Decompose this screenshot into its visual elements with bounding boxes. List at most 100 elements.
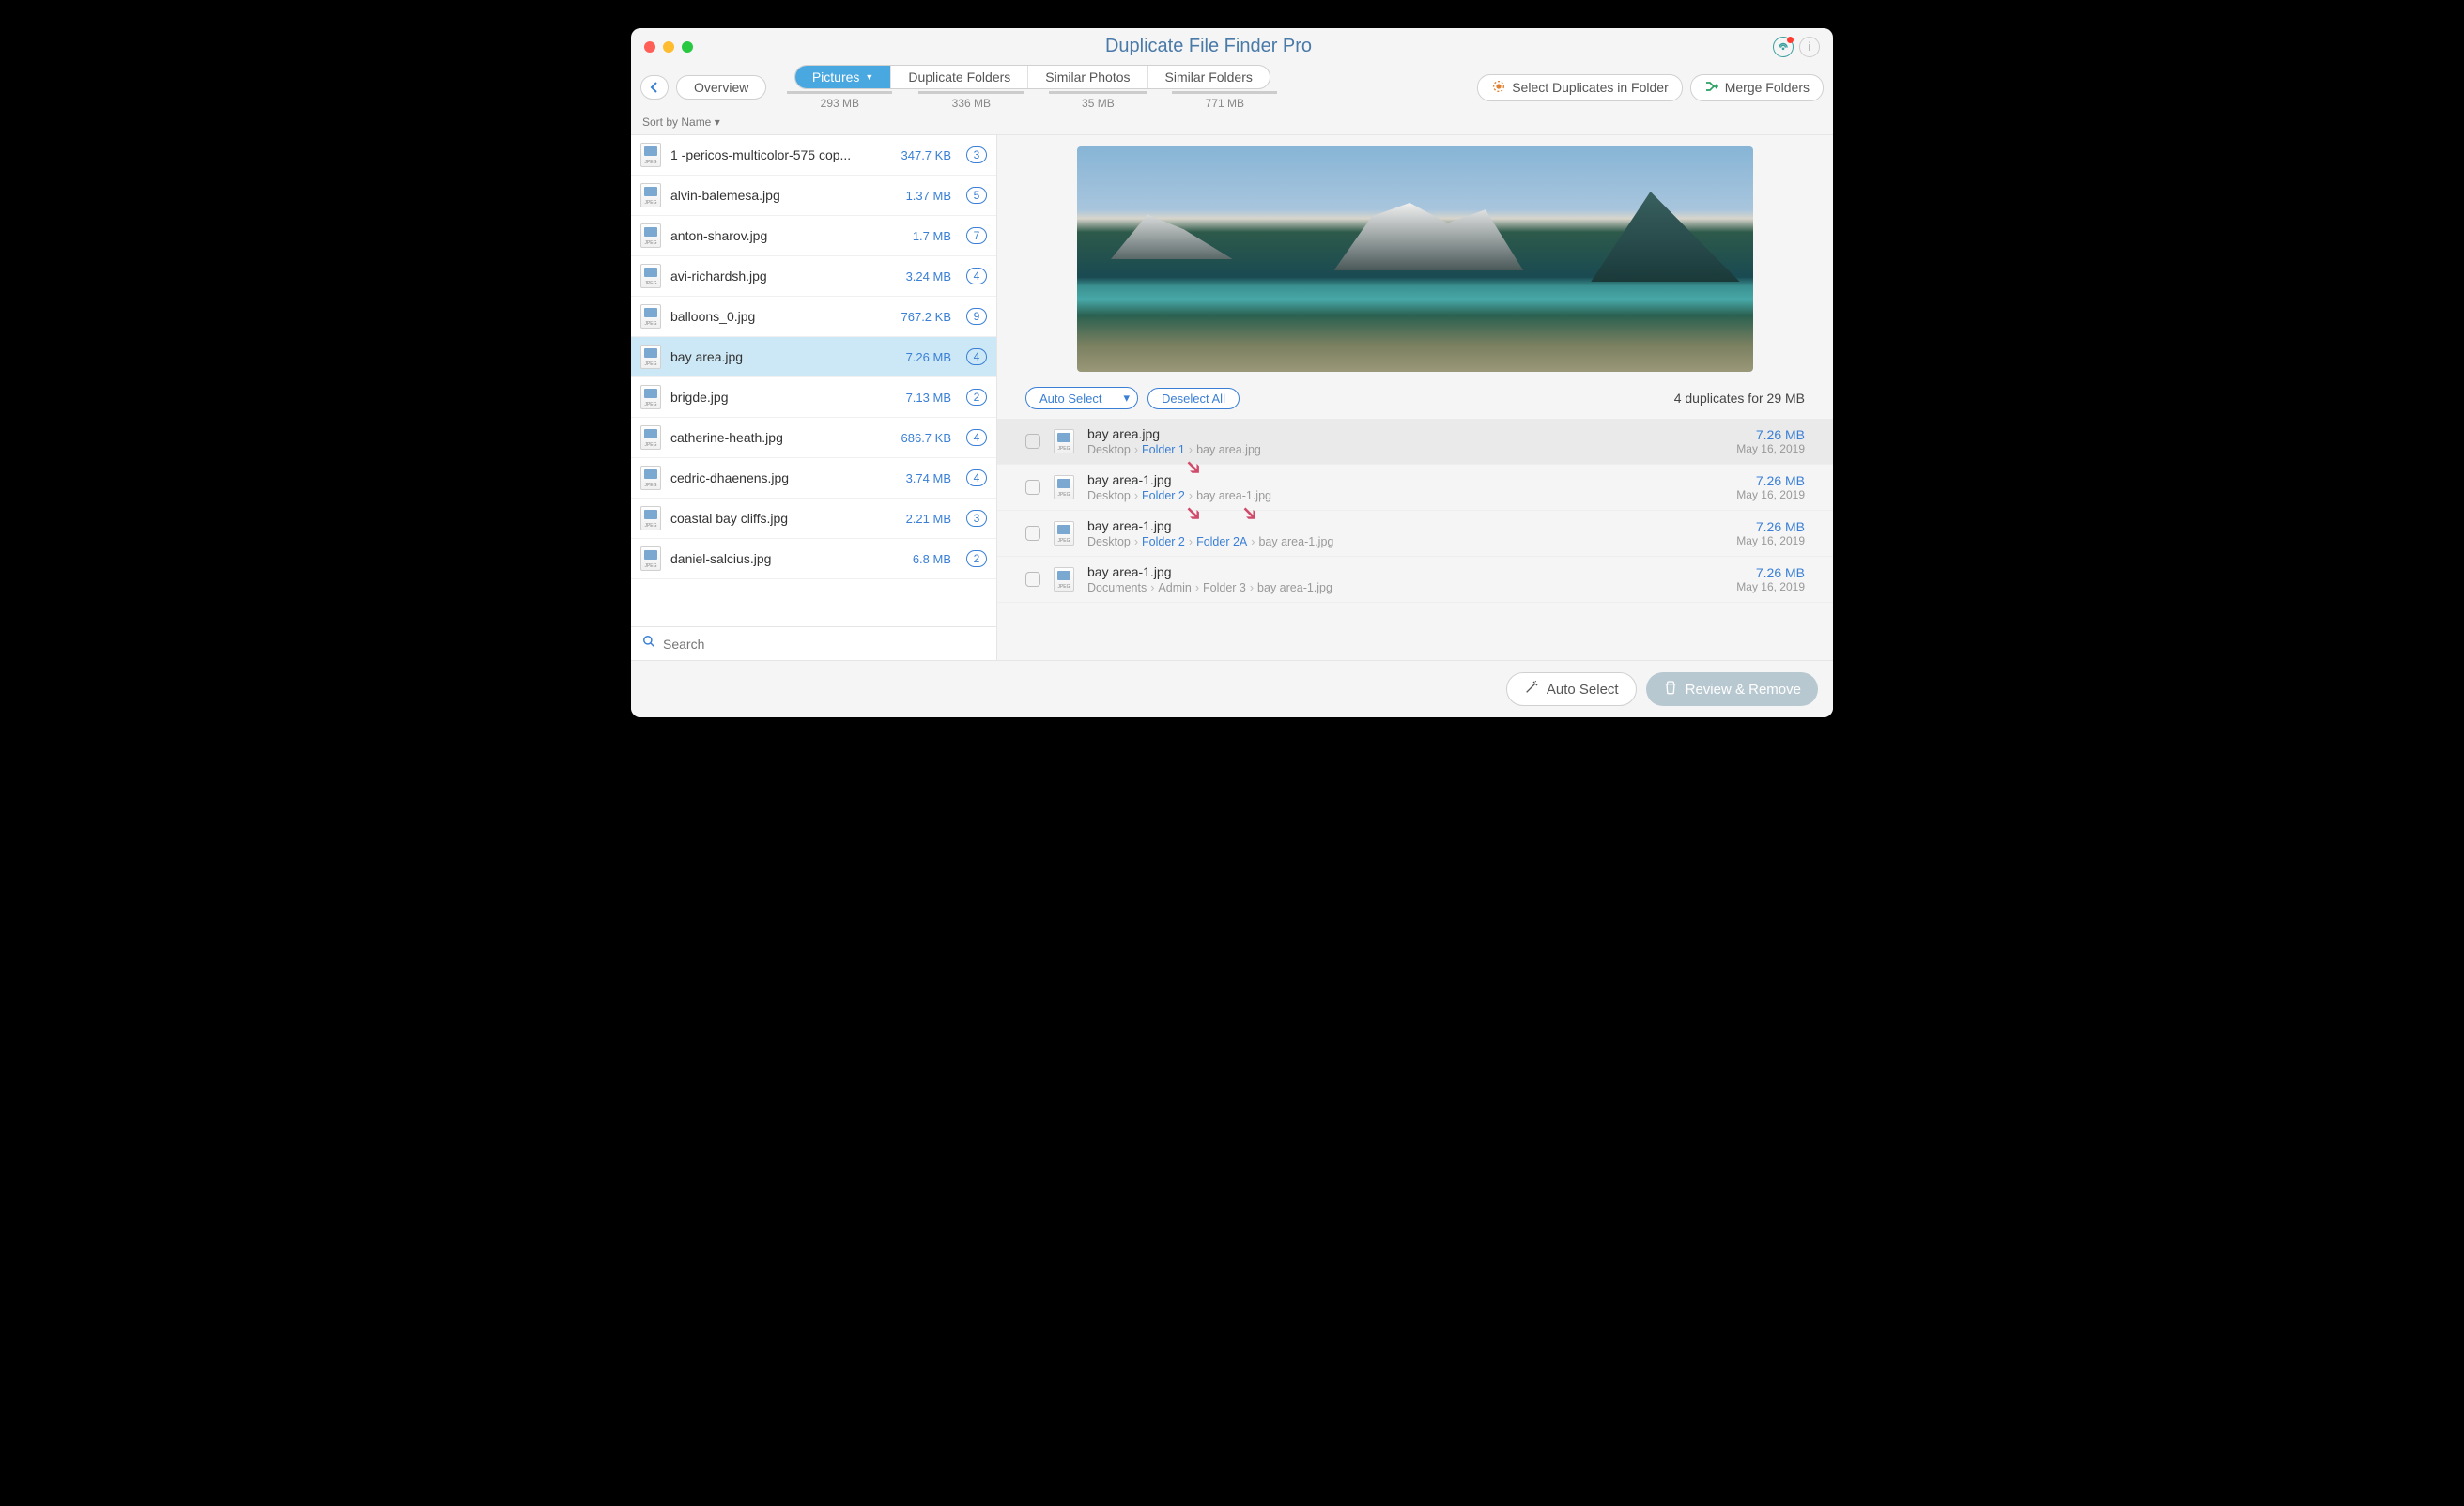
- duplicate-count-badge: 4: [966, 268, 987, 284]
- jpeg-icon: [640, 264, 661, 288]
- file-row[interactable]: alvin-balemesa.jpg 1.37 MB 5: [631, 176, 996, 216]
- titlebar: Duplicate File Finder Pro i: [631, 28, 1833, 59]
- back-button[interactable]: [640, 75, 669, 100]
- duplicate-count-badge: 3: [966, 146, 987, 163]
- jpeg-icon: [1054, 429, 1074, 453]
- duplicate-row[interactable]: bay area.jpg Desktop›Folder 1›bay area.j…: [997, 419, 1833, 465]
- overview-button[interactable]: Overview: [676, 75, 766, 100]
- image-preview: [997, 135, 1833, 381]
- checkbox[interactable]: [1025, 480, 1040, 495]
- duplicate-path: Documents›Admin›Folder 3›bay area-1.jpg: [1087, 581, 1723, 594]
- jpeg-icon: [640, 506, 661, 530]
- file-size: 686.7 KB: [901, 431, 952, 445]
- duplicate-row[interactable]: ➔➔ bay area-1.jpg Desktop›Folder 2›Folde…: [997, 511, 1833, 557]
- trash-icon: [1663, 680, 1678, 699]
- search-input[interactable]: [663, 637, 985, 652]
- duplicate-date: May 16, 2019: [1736, 488, 1805, 501]
- file-row[interactable]: anton-sharov.jpg 1.7 MB 7: [631, 216, 996, 256]
- file-row[interactable]: catherine-heath.jpg 686.7 KB 4: [631, 418, 996, 458]
- tab-duplicate-folders[interactable]: Duplicate Folders: [891, 66, 1028, 88]
- file-row[interactable]: brigde.jpg 7.13 MB 2: [631, 377, 996, 418]
- close-window-button[interactable]: [644, 41, 655, 53]
- file-size: 1.37 MB: [906, 189, 951, 203]
- file-size: 3.74 MB: [906, 471, 951, 485]
- jpeg-icon: [640, 385, 661, 409]
- file-row[interactable]: 1 -pericos-multicolor-575 cop... 347.7 K…: [631, 135, 996, 176]
- jpeg-icon: [640, 304, 661, 329]
- file-name: alvin-balemesa.jpg: [670, 188, 897, 203]
- file-size: 767.2 KB: [901, 310, 952, 324]
- detail-panel: Auto Select ▾ Deselect All 4 duplicates …: [997, 135, 1833, 660]
- deselect-all-button[interactable]: Deselect All: [1147, 388, 1240, 409]
- duplicate-row[interactable]: bay area-1.jpg Documents›Admin›Folder 3›…: [997, 557, 1833, 603]
- file-name: 1 -pericos-multicolor-575 cop...: [670, 147, 892, 162]
- category-tabs: Pictures▼Duplicate FoldersSimilar Photos…: [794, 65, 1270, 89]
- sync-icon[interactable]: [1773, 37, 1794, 57]
- file-row[interactable]: coastal bay cliffs.jpg 2.21 MB 3: [631, 499, 996, 539]
- tab-size-label: 35 MB: [1037, 91, 1159, 110]
- checkbox[interactable]: [1025, 526, 1040, 541]
- duplicate-row[interactable]: ➔ bay area-1.jpg Desktop›Folder 2›bay ar…: [997, 465, 1833, 511]
- file-name: catherine-heath.jpg: [670, 430, 892, 445]
- jpeg-icon: [1054, 567, 1074, 592]
- review-remove-button[interactable]: Review & Remove: [1646, 672, 1818, 706]
- file-size: 7.26 MB: [906, 350, 951, 364]
- checkbox[interactable]: [1025, 434, 1040, 449]
- footer-auto-select-button[interactable]: Auto Select: [1506, 672, 1637, 706]
- preview-image: [1077, 146, 1753, 372]
- file-name: brigde.jpg: [670, 390, 897, 405]
- duplicate-path: Desktop›Folder 2›Folder 2A›bay area-1.jp…: [1087, 535, 1723, 548]
- file-row[interactable]: balloons_0.jpg 767.2 KB 9: [631, 297, 996, 337]
- duplicate-count-badge: 4: [966, 429, 987, 446]
- duplicate-path: Desktop›Folder 1›bay area.jpg: [1087, 443, 1723, 456]
- jpeg-icon: [640, 143, 661, 167]
- duplicate-summary: 4 duplicates for 29 MB: [1674, 391, 1805, 406]
- sort-dropdown[interactable]: Sort by Name ▾: [631, 114, 1833, 134]
- app-window: Duplicate File Finder Pro i Overview Pic…: [631, 28, 1833, 717]
- footer: Auto Select Review & Remove: [631, 660, 1833, 717]
- duplicate-size: 7.26 MB: [1736, 473, 1805, 488]
- duplicate-count-badge: 7: [966, 227, 987, 244]
- file-name: daniel-salcius.jpg: [670, 551, 903, 566]
- file-size: 7.13 MB: [906, 391, 951, 405]
- duplicate-name: bay area-1.jpg: [1087, 564, 1723, 579]
- file-row[interactable]: avi-richardsh.jpg 3.24 MB 4: [631, 256, 996, 297]
- select-duplicates-button[interactable]: Select Duplicates in Folder: [1477, 74, 1683, 101]
- search-bar: [631, 626, 996, 660]
- maximize-window-button[interactable]: [682, 41, 693, 53]
- tab-similar-folders[interactable]: Similar Folders: [1148, 66, 1270, 88]
- merge-folders-button[interactable]: Merge Folders: [1690, 74, 1824, 101]
- search-icon: [642, 635, 655, 653]
- file-name: coastal bay cliffs.jpg: [670, 511, 897, 526]
- file-size: 347.7 KB: [901, 148, 952, 162]
- tab-similar-photos[interactable]: Similar Photos: [1028, 66, 1147, 88]
- jpeg-icon: [1054, 521, 1074, 546]
- tab-size-label: 336 MB: [905, 91, 1037, 110]
- duplicate-date: May 16, 2019: [1736, 442, 1805, 455]
- window-title: Duplicate File Finder Pro: [644, 36, 1773, 57]
- checkbox[interactable]: [1025, 572, 1040, 587]
- duplicate-count-badge: 3: [966, 510, 987, 527]
- info-icon[interactable]: i: [1799, 37, 1820, 57]
- duplicate-size: 7.26 MB: [1736, 519, 1805, 534]
- sidebar: 1 -pericos-multicolor-575 cop... 347.7 K…: [631, 135, 997, 660]
- tab-pictures[interactable]: Pictures▼: [795, 66, 892, 88]
- jpeg-icon: [640, 345, 661, 369]
- toolbar: Overview Pictures▼Duplicate FoldersSimil…: [631, 59, 1833, 114]
- duplicate-path: Desktop›Folder 2›bay area-1.jpg: [1087, 489, 1723, 502]
- auto-select-dropdown[interactable]: ▾: [1116, 387, 1139, 409]
- duplicate-date: May 16, 2019: [1736, 534, 1805, 547]
- file-row[interactable]: bay area.jpg 7.26 MB 4: [631, 337, 996, 377]
- tab-size-label: 293 MB: [774, 91, 905, 110]
- file-size: 3.24 MB: [906, 269, 951, 284]
- jpeg-icon: [640, 546, 661, 571]
- file-list[interactable]: 1 -pericos-multicolor-575 cop... 347.7 K…: [631, 135, 996, 626]
- file-row[interactable]: cedric-dhaenens.jpg 3.74 MB 4: [631, 458, 996, 499]
- minimize-window-button[interactable]: [663, 41, 674, 53]
- duplicate-count-badge: 4: [966, 348, 987, 365]
- file-row[interactable]: daniel-salcius.jpg 6.8 MB 2: [631, 539, 996, 579]
- merge-icon: [1704, 79, 1719, 97]
- auto-select-button[interactable]: Auto Select: [1025, 387, 1116, 409]
- duplicate-count-badge: 5: [966, 187, 987, 204]
- jpeg-icon: [1054, 475, 1074, 499]
